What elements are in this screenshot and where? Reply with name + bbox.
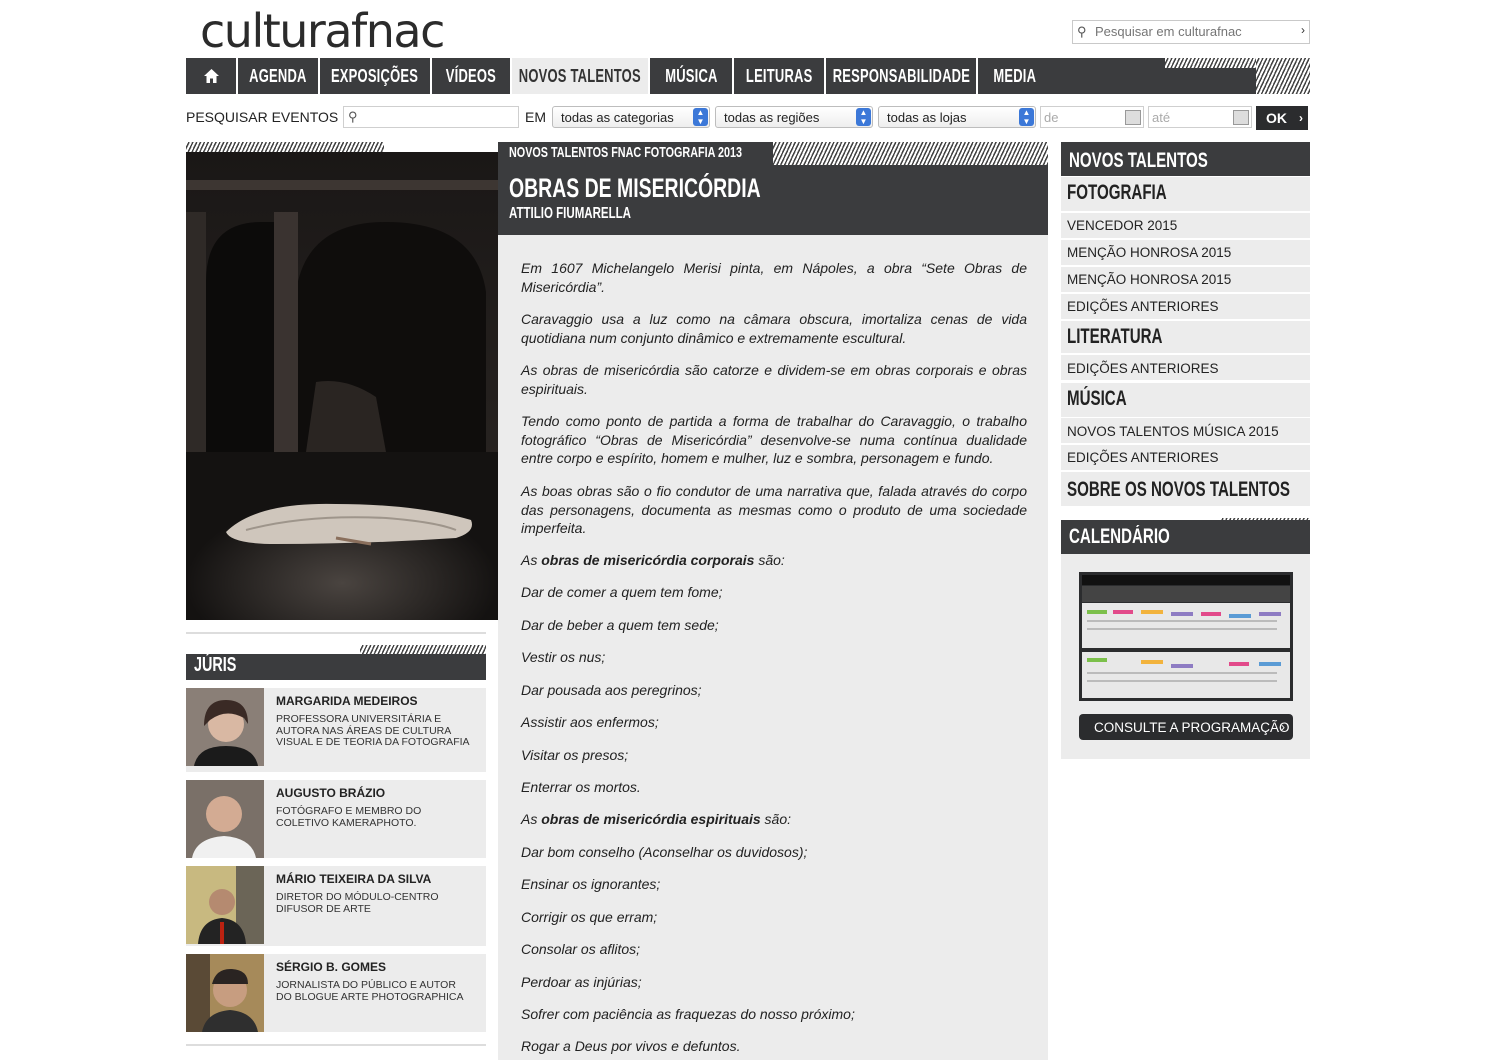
select-arrows-icon: ▲ ▼ <box>856 108 871 126</box>
nav-musica[interactable]: MÚSICA <box>650 58 734 94</box>
calendar-preview-image[interactable] <box>1079 572 1293 701</box>
search-icon: ⚲ <box>1077 24 1087 39</box>
main-nav: AGENDA EXPOSIÇÕES VÍDEOS NOVOS TALENTOS … <box>186 58 1256 94</box>
espirituais-heading: As obras de misericórdia espirituais são… <box>521 811 792 827</box>
list-item: Ensinar os ignorantes; <box>521 876 661 892</box>
avatar <box>186 780 264 858</box>
region-select[interactable]: todas as regiões ▲ ▼ <box>715 106 873 128</box>
list-item: Perdoar as injúrias; <box>521 974 642 990</box>
decorative-stripe <box>360 645 486 654</box>
jury-member[interactable]: AUGUSTO BRÁZIO FOTÓGRAFO E MEMBRO DO COL… <box>186 780 486 858</box>
article-paragraph: As obras de misericórdia são catorze e d… <box>521 362 1027 397</box>
date-from-field[interactable]: de <box>1040 106 1144 128</box>
sidebar-item[interactable]: EDIÇÕES ANTERIORES <box>1061 445 1310 470</box>
corporais-heading: As obras de misericórdia corporais são: <box>521 552 785 568</box>
chevron-right-icon: › <box>1299 111 1303 125</box>
home-icon <box>203 69 219 83</box>
site-search[interactable]: ⚲ › <box>1072 20 1310 44</box>
site-search-input[interactable] <box>1095 23 1285 40</box>
home-button[interactable] <box>186 58 238 94</box>
list-item: Assistir aos enfermos; <box>521 714 659 730</box>
nav-leituras[interactable]: LEITURAS <box>734 58 826 94</box>
divider <box>186 632 486 634</box>
nav-responsabilidade[interactable]: RESPONSABILIDADE <box>826 58 978 94</box>
article-body: Em 1607 Michelangelo Merisi pinta, em Ná… <box>498 235 1048 1060</box>
list-item: Dar pousada aos peregrinos; <box>521 682 702 698</box>
artwork-photo <box>186 152 498 620</box>
calendar-icon[interactable] <box>1125 110 1141 125</box>
event-search-bar: PESQUISAR EVENTOS ⚲ EM todas as categori… <box>186 104 1310 130</box>
list-item: Rogar a Deus por vivos e defuntos. <box>521 1038 741 1054</box>
decorative-stripe <box>773 142 1048 165</box>
jury-member[interactable]: SÉRGIO B. GOMES JORNALISTA DO PÚBLICO E … <box>186 954 486 1032</box>
list-item: Corrigir os que erram; <box>521 909 658 925</box>
nav-novos-talentos[interactable]: NOVOS TALENTOS <box>512 58 650 94</box>
calendar-header: CALENDÁRIO <box>1061 520 1310 554</box>
select-arrows-icon: ▲ ▼ <box>1019 108 1034 126</box>
nav-decoration <box>1165 58 1256 68</box>
store-select[interactable]: todas as lojas ▲ ▼ <box>878 106 1036 128</box>
article-title: OBRAS DE MISERICÓRDIA <box>509 173 761 203</box>
article-paragraph: Em 1607 Michelangelo Merisi pinta, em Ná… <box>521 260 1027 295</box>
avatar <box>186 954 264 1032</box>
list-item: Consolar os aflitos; <box>521 941 641 957</box>
sidebar-item[interactable]: MENÇÃO HONROSA 2015 <box>1061 240 1310 265</box>
list-item: Visitar os presos; <box>521 747 629 763</box>
event-search-input[interactable]: ⚲ <box>343 106 519 128</box>
list-item: Sofrer com paciência as fraquezas do nos… <box>521 1006 855 1022</box>
article-kicker: NOVOS TALENTOS FNAC FOTOGRAFIA 2013 <box>509 144 743 161</box>
sidebar-section-fotografia[interactable]: FOTOGRAFIA <box>1061 177 1310 211</box>
sidebar-item[interactable]: MENÇÃO HONROSA 2015 <box>1061 267 1310 292</box>
article-kicker-tab: NOVOS TALENTOS FNAC FOTOGRAFIA 2013 <box>498 142 773 165</box>
nav-agenda[interactable]: AGENDA <box>238 58 320 94</box>
nav-decoration <box>1256 58 1310 94</box>
divider <box>186 1044 486 1046</box>
nav-videos[interactable]: VÍDEOS <box>432 58 512 94</box>
sidebar-section-sobre[interactable]: SOBRE OS NOVOS TALENTOS <box>1061 472 1310 506</box>
list-item: Vestir os nus; <box>521 649 606 665</box>
jury-member[interactable]: MARGARIDA MEDEIROS PROFESSORA UNIVERSITÁ… <box>186 688 486 772</box>
juris-header: JÚRIS <box>186 654 486 680</box>
avatar <box>186 866 264 944</box>
jury-member[interactable]: MÁRIO TEIXEIRA DA SILVA DIRETOR DO MÓDUL… <box>186 866 486 946</box>
consult-program-button[interactable]: CONSULTE A PROGRAMAÇÃO › <box>1079 714 1293 740</box>
calendar-icon[interactable] <box>1233 110 1249 125</box>
avatar <box>186 688 264 766</box>
sidebar-item[interactable]: VENCEDOR 2015 <box>1061 213 1310 238</box>
sidebar-item[interactable]: EDIÇÕES ANTERIORES <box>1061 355 1310 380</box>
site-logo[interactable]: culturafnac <box>200 4 445 58</box>
article-paragraph: As boas obras são o fio condutor de uma … <box>521 483 1027 536</box>
chevron-right-icon: › <box>1281 720 1285 734</box>
select-arrows-icon: ▲ ▼ <box>693 108 708 126</box>
in-label: EM <box>525 109 546 125</box>
list-item: Enterrar os mortos. <box>521 779 641 795</box>
sidebar-header: NOVOS TALENTOS <box>1061 142 1310 176</box>
sidebar-item[interactable]: EDIÇÕES ANTERIORES <box>1061 294 1310 319</box>
event-search-ok-button[interactable]: OK › <box>1256 106 1308 130</box>
category-select[interactable]: todas as categorias ▲ ▼ <box>552 106 710 128</box>
event-search-label: PESQUISAR EVENTOS <box>186 109 339 125</box>
article-author: ATTILIO FIUMARELLA <box>509 205 632 222</box>
sidebar-item[interactable]: NOVOS TALENTOS MÚSICA 2015 <box>1061 418 1310 443</box>
chevron-right-icon[interactable]: › <box>1301 23 1305 37</box>
nav-media[interactable]: MEDIA <box>978 58 1052 94</box>
article-paragraph: Tendo como ponto de partida a forma de t… <box>521 413 1027 466</box>
list-item: Dar de comer a quem tem fome; <box>521 584 723 600</box>
list-item: Dar de beber a quem tem sede; <box>521 617 719 633</box>
date-to-field[interactable]: até <box>1148 106 1252 128</box>
nav-exposicoes[interactable]: EXPOSIÇÕES <box>320 58 432 94</box>
sidebar-section-literatura[interactable]: LITERATURA <box>1061 321 1310 353</box>
search-icon: ⚲ <box>348 109 358 124</box>
article-header: OBRAS DE MISERICÓRDIA ATTILIO FIUMARELLA <box>498 165 1048 235</box>
article-paragraph: Caravaggio usa a luz como na câmara obsc… <box>521 311 1027 346</box>
list-item: Dar bom conselho (Aconselhar os duvidoso… <box>521 844 808 860</box>
decorative-stripe <box>186 142 384 152</box>
sidebar-section-musica[interactable]: MÚSICA <box>1061 383 1310 417</box>
